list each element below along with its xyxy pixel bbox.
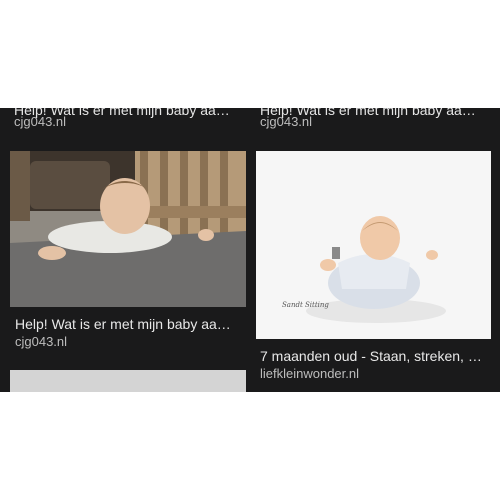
result-thumbnail[interactable] <box>10 151 246 307</box>
result-title[interactable]: 7 maanden oud - Staan, streken, sl... <box>260 348 482 365</box>
watermark-logo: Sandt Sitting <box>282 301 329 309</box>
result-source[interactable]: cjg043.nl <box>14 114 66 129</box>
image-results-panel: Help! Wat is er met mijn baby aan ... cj… <box>0 108 500 392</box>
result-thumbnail-placeholder[interactable] <box>10 370 246 392</box>
result-title[interactable]: Help! Wat is er met mijn baby aan ... <box>15 316 237 333</box>
result-source[interactable]: cjg043.nl <box>15 334 67 349</box>
baby-sitting-image <box>256 151 491 339</box>
result-source[interactable]: liefkleinwonder.nl <box>260 366 359 381</box>
result-source[interactable]: cjg043.nl <box>260 114 312 129</box>
result-thumbnail[interactable]: Sandt Sitting <box>256 151 491 339</box>
baby-on-rug-image <box>10 151 246 307</box>
